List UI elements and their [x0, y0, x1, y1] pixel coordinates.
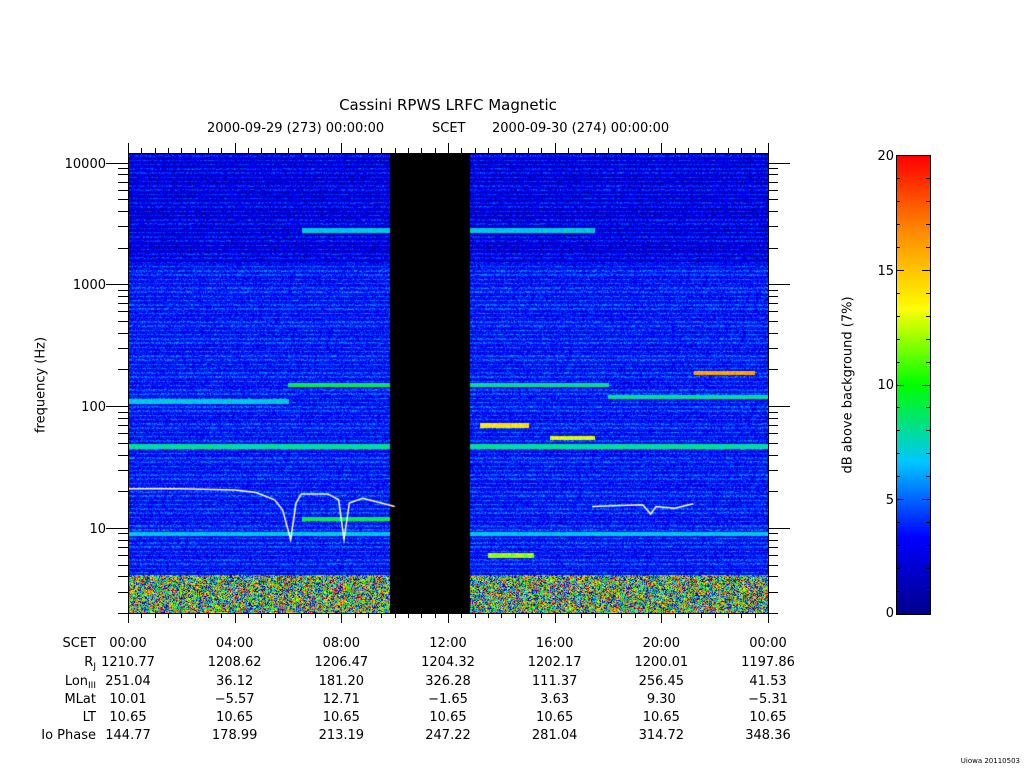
ephemeris-label-text: Lon: [64, 674, 89, 689]
ephemeris-value: 36.12: [216, 674, 254, 689]
ephemeris-value: 10.65: [216, 710, 254, 725]
ephemeris-value: −5.57: [214, 692, 255, 707]
ephemeris-row-label: MLat: [0, 692, 96, 707]
ephemeris-row-label: LonIII: [0, 674, 96, 691]
ephemeris-value: 314.72: [638, 728, 685, 743]
y-tick-label: 10000: [64, 157, 106, 172]
x-tick-label: 00:00: [749, 636, 787, 651]
ephemeris-value: 1208.62: [207, 655, 262, 670]
ephemeris-value: 1197.86: [741, 655, 795, 670]
credit-text: Uiowa 20110503: [960, 757, 1020, 765]
colorbar-tick-label: 5: [885, 493, 894, 508]
ephemeris-value: 1202.17: [527, 655, 582, 670]
ephemeris-value: 144.77: [105, 728, 151, 743]
ephemeris-value: 10.01: [109, 692, 147, 707]
x-tick-label: 08:00: [322, 636, 361, 651]
ephemeris-value: 256.45: [638, 674, 685, 689]
x-tick-label: 04:00: [215, 636, 254, 651]
ephemeris-row-label: SCET: [0, 636, 96, 651]
colorbar-tick-label: 0: [885, 606, 894, 621]
ephemeris-value: 10.65: [749, 710, 787, 725]
ephemeris-value: 10.65: [536, 710, 574, 725]
ephemeris-value: 251.04: [105, 674, 151, 689]
ephemeris-value: 181.20: [318, 674, 365, 689]
plot-frame: [128, 153, 769, 614]
ephemeris-value: 1200.01: [634, 655, 689, 670]
ephemeris-value: 247.22: [425, 728, 471, 743]
subtitle-scet: SCET: [432, 121, 466, 136]
ephemeris-row-label: LT: [0, 710, 96, 725]
ephemeris-value: 326.28: [425, 674, 471, 689]
chart-title: Cassini RPWS LRFC Magnetic: [339, 96, 557, 114]
y-tick-label: 1000: [72, 278, 106, 293]
subtitle-end: 2000-09-30 (274) 00:00:00: [492, 121, 670, 136]
ephemeris-value: 10.65: [642, 710, 680, 725]
subtitle-start: 2000-09-29 (273) 00:00:00: [207, 121, 385, 136]
colorbar-tick-label: 10: [877, 378, 894, 393]
ephemeris-value: 1206.47: [314, 655, 369, 670]
ephemeris-value: 1204.32: [421, 655, 475, 670]
ephemeris-value: 10.65: [429, 710, 467, 725]
y-tick-label: 100: [81, 400, 106, 415]
ephemeris-value: 213.19: [318, 728, 365, 743]
ephemeris-row-label: RJ: [0, 655, 96, 672]
ephemeris-value: 12.71: [322, 692, 360, 707]
ephemeris-value: 348.36: [745, 728, 791, 743]
colorbar-tick-label: 20: [877, 149, 894, 164]
ephemeris-value: 41.53: [749, 674, 787, 689]
colorbar-tick-label: 15: [877, 264, 894, 279]
ephemeris-value: −1.65: [428, 692, 468, 707]
ephemeris-value: 111.37: [531, 674, 578, 689]
ephemeris-value: 10.65: [322, 710, 360, 725]
ephemeris-value: 9.30: [646, 692, 676, 707]
ephemeris-value: 1210.77: [101, 655, 155, 670]
x-tick-label: 12:00: [429, 636, 467, 651]
ephemeris-value: 281.04: [531, 728, 578, 743]
ephemeris-value: 178.99: [211, 728, 258, 743]
y-axis-label: frequency (Hz): [33, 336, 49, 434]
ephemeris-value: 10.65: [109, 710, 147, 725]
y-tick-label: 10: [89, 522, 106, 537]
ephemeris-value: −5.31: [748, 692, 788, 707]
ephemeris-value: 3.63: [540, 692, 570, 707]
x-tick-label: 20:00: [642, 636, 681, 651]
colorbar-label: dB above background (7%): [840, 296, 856, 474]
x-tick-label: 16:00: [535, 636, 574, 651]
x-tick-label: 00:00: [109, 636, 147, 651]
ephemeris-row-label: Io Phase: [0, 728, 96, 743]
